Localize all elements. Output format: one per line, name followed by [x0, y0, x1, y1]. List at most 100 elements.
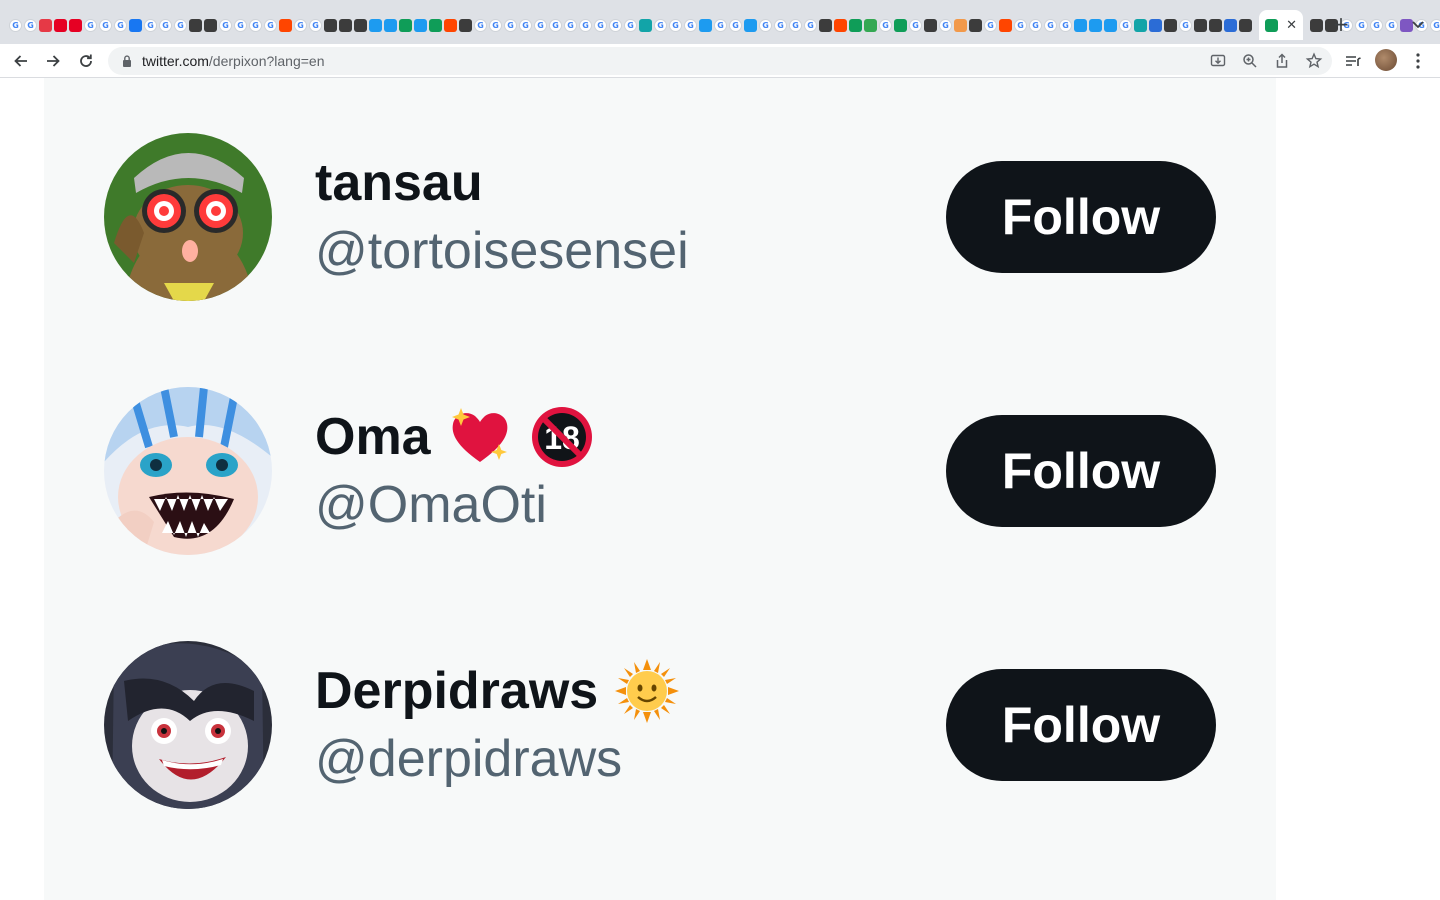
browser-tab[interactable]: G: [608, 10, 623, 40]
browser-tab[interactable]: G: [473, 10, 488, 40]
browser-tab[interactable]: [1208, 10, 1223, 40]
browser-tab[interactable]: [863, 10, 878, 40]
browser-tab[interactable]: [188, 10, 203, 40]
browser-tab[interactable]: G: [938, 10, 953, 40]
browser-tab[interactable]: [368, 10, 383, 40]
browser-tab[interactable]: G: [563, 10, 578, 40]
browser-tab[interactable]: G: [308, 10, 323, 40]
browser-tab[interactable]: G: [143, 10, 158, 40]
browser-tab[interactable]: [398, 10, 413, 40]
browser-tab[interactable]: G: [878, 10, 893, 40]
browser-tab[interactable]: G: [113, 10, 128, 40]
browser-tab[interactable]: G: [1058, 10, 1073, 40]
browser-tab[interactable]: G: [98, 10, 113, 40]
avatar[interactable]: [104, 387, 272, 555]
user-cell[interactable]: Oma 18 @OmaOti Follow: [44, 387, 1276, 557]
browser-tab[interactable]: [278, 10, 293, 40]
browser-tab[interactable]: G: [233, 10, 248, 40]
zoom-icon[interactable]: [1241, 52, 1259, 70]
user-handle[interactable]: @OmaOti: [315, 475, 547, 535]
browser-tab[interactable]: [68, 10, 83, 40]
browser-tab[interactable]: G: [1384, 10, 1399, 40]
browser-tab[interactable]: G: [1429, 10, 1440, 40]
profile-avatar[interactable]: [1375, 49, 1397, 71]
user-handle[interactable]: @tortoisesensei: [315, 221, 689, 281]
browser-tab[interactable]: G: [293, 10, 308, 40]
follow-button[interactable]: Follow: [946, 161, 1216, 273]
back-button[interactable]: [10, 50, 32, 72]
browser-tab[interactable]: G: [758, 10, 773, 40]
avatar[interactable]: [104, 133, 272, 301]
browser-tab[interactable]: [338, 10, 353, 40]
more-menu-icon[interactable]: [1407, 50, 1429, 72]
browser-tab[interactable]: [128, 10, 143, 40]
forward-button[interactable]: [42, 50, 64, 72]
browser-tab[interactable]: G: [23, 10, 38, 40]
user-handle[interactable]: @derpidraws: [315, 729, 622, 789]
bookmark-star-icon[interactable]: [1305, 52, 1323, 70]
browser-tab[interactable]: [818, 10, 833, 40]
reading-list-icon[interactable]: [1342, 50, 1364, 72]
new-tab-button[interactable]: +: [1331, 12, 1351, 36]
browser-tab[interactable]: G: [1354, 10, 1369, 40]
browser-tab[interactable]: [1309, 10, 1324, 40]
browser-tab[interactable]: G: [173, 10, 188, 40]
browser-tab[interactable]: G: [1028, 10, 1043, 40]
display-name[interactable]: tansau: [315, 153, 483, 213]
close-tab-icon[interactable]: ✕: [1286, 18, 1297, 33]
browser-tab[interactable]: G: [488, 10, 503, 40]
browser-tab[interactable]: [953, 10, 968, 40]
browser-tab[interactable]: [1073, 10, 1088, 40]
browser-tab[interactable]: [383, 10, 398, 40]
browser-tab[interactable]: G: [158, 10, 173, 40]
browser-tab[interactable]: [1193, 10, 1208, 40]
browser-tab[interactable]: [1223, 10, 1238, 40]
browser-tab[interactable]: [413, 10, 428, 40]
browser-tab[interactable]: G: [218, 10, 233, 40]
browser-tab[interactable]: G: [713, 10, 728, 40]
follow-button[interactable]: Follow: [946, 415, 1216, 527]
browser-tab[interactable]: [428, 10, 443, 40]
browser-tab[interactable]: G: [1043, 10, 1058, 40]
browser-tab[interactable]: G: [668, 10, 683, 40]
browser-tab[interactable]: G: [653, 10, 668, 40]
browser-tab[interactable]: [893, 10, 908, 40]
browser-tab[interactable]: G: [1369, 10, 1384, 40]
browser-tab[interactable]: [353, 10, 368, 40]
browser-tab[interactable]: [638, 10, 653, 40]
address-bar[interactable]: twitter.com/derpixon?lang=en: [108, 47, 1332, 75]
browser-tab[interactable]: [38, 10, 53, 40]
browser-tab[interactable]: [53, 10, 68, 40]
browser-tab[interactable]: G: [263, 10, 278, 40]
browser-tab[interactable]: G: [788, 10, 803, 40]
browser-tab[interactable]: G: [248, 10, 263, 40]
reload-button[interactable]: [75, 50, 97, 72]
active-browser-tab[interactable]: ✕: [1259, 10, 1303, 40]
url-text[interactable]: twitter.com/derpixon?lang=en: [142, 47, 325, 75]
browser-tab[interactable]: G: [578, 10, 593, 40]
browser-tab[interactable]: G: [8, 10, 23, 40]
browser-tab[interactable]: [1148, 10, 1163, 40]
browser-tab[interactable]: G: [518, 10, 533, 40]
browser-tab[interactable]: G: [623, 10, 638, 40]
tab-search-button[interactable]: [1408, 14, 1428, 34]
browser-tab[interactable]: G: [503, 10, 518, 40]
lock-icon[interactable]: [120, 54, 134, 68]
browser-tab[interactable]: G: [773, 10, 788, 40]
browser-tab[interactable]: [743, 10, 758, 40]
browser-tab[interactable]: G: [83, 10, 98, 40]
share-icon[interactable]: [1273, 52, 1291, 70]
browser-tab[interactable]: G: [908, 10, 923, 40]
browser-tab[interactable]: G: [1178, 10, 1193, 40]
display-name[interactable]: Derpidraws: [315, 661, 598, 721]
browser-tab[interactable]: [1163, 10, 1178, 40]
browser-tab[interactable]: [443, 10, 458, 40]
browser-tab[interactable]: [698, 10, 713, 40]
install-app-icon[interactable]: [1209, 52, 1227, 70]
browser-tab[interactable]: G: [683, 10, 698, 40]
browser-tab[interactable]: [923, 10, 938, 40]
browser-tab[interactable]: [458, 10, 473, 40]
browser-tab[interactable]: [968, 10, 983, 40]
browser-tab[interactable]: G: [728, 10, 743, 40]
browser-tab[interactable]: G: [983, 10, 998, 40]
